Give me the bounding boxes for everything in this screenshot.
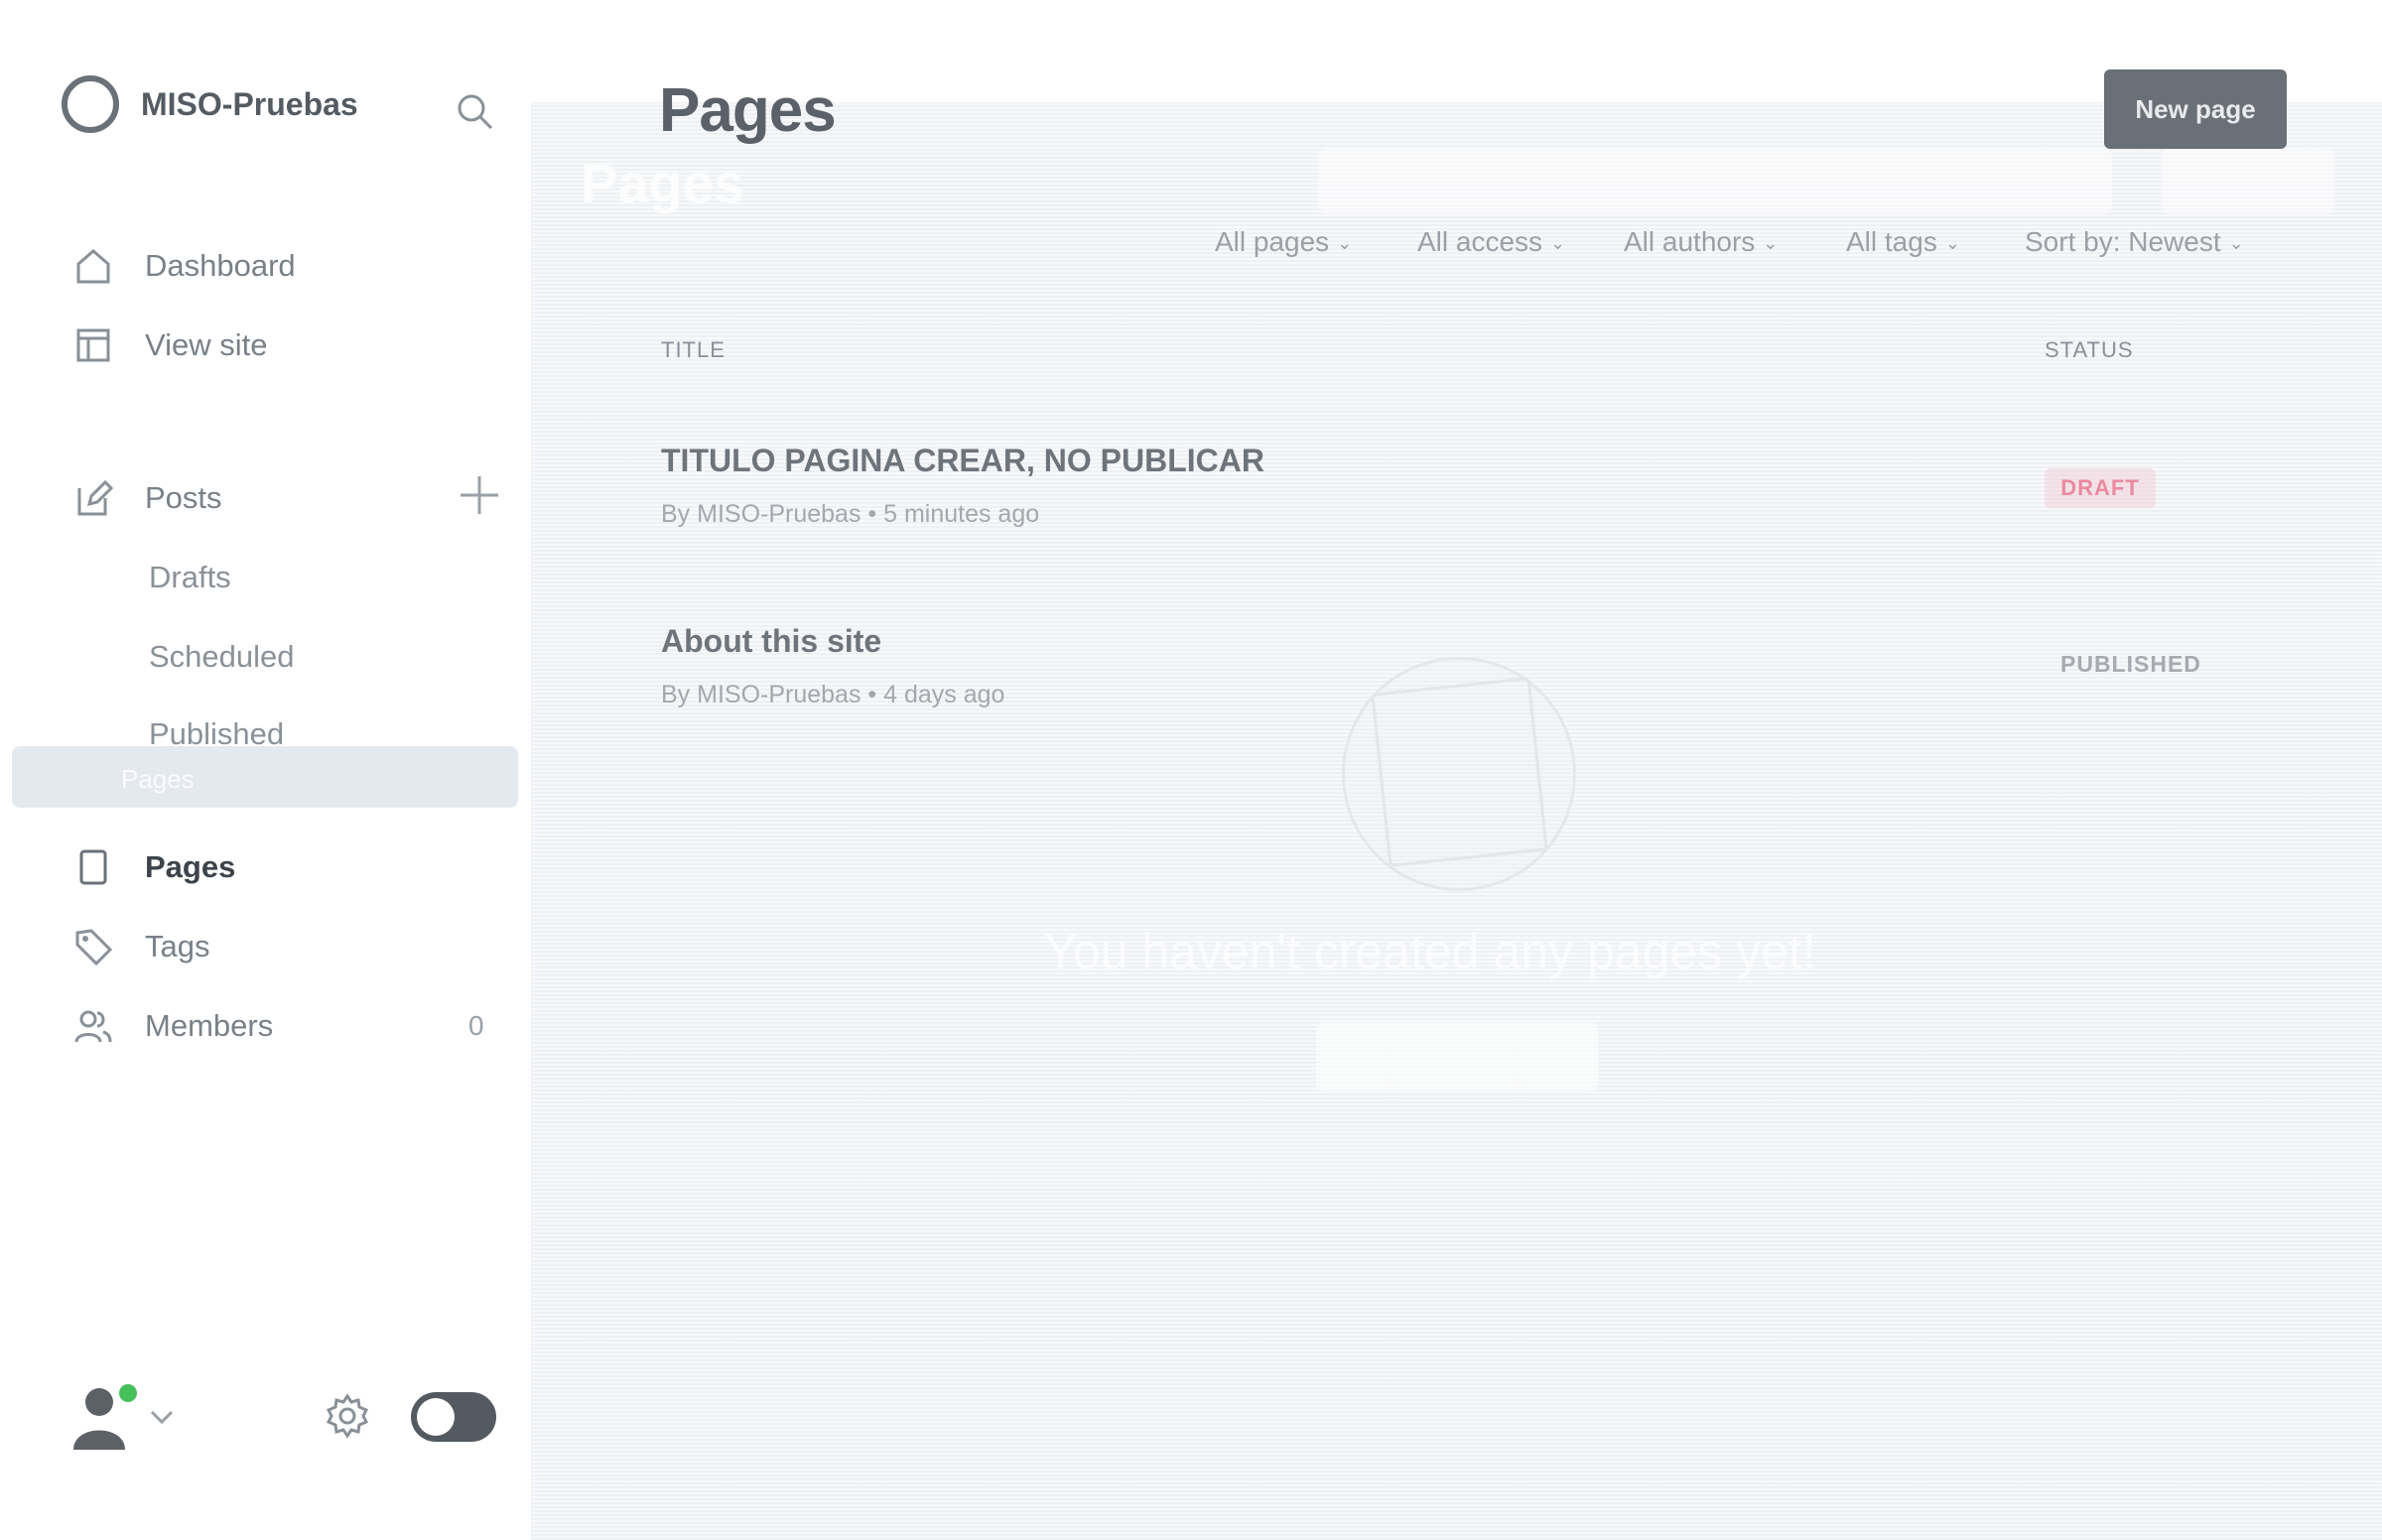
filter-access[interactable]: All access ⌄ — [1417, 226, 1565, 258]
ghost-filter-bar — [1318, 149, 2112, 214]
dark-mode-toggle[interactable] — [411, 1392, 496, 1442]
sidebar-item-members[interactable]: Members — [71, 998, 273, 1054]
status-badge: DRAFT — [2045, 468, 2156, 508]
page-title: Pages — [659, 76, 837, 145]
filter-tags[interactable]: All tags ⌄ — [1846, 226, 1960, 258]
column-header-status: STATUS — [2045, 337, 2134, 362]
chevron-down-icon[interactable] — [149, 1404, 175, 1430]
sidebar-item-label: Members — [145, 1008, 274, 1043]
ghost-main-background — [531, 102, 2382, 1540]
sidebar-item-label: Tags — [145, 929, 210, 963]
brand[interactable]: MISO-Pruebas — [62, 75, 358, 133]
filter-label: All pages — [1215, 226, 1330, 257]
members-count: 0 — [468, 1010, 484, 1041]
row-title[interactable]: TITULO PAGINA CREAR, NO PUBLICAR — [661, 443, 1264, 479]
sidebar-item-label: Posts — [145, 480, 222, 515]
new-page-button[interactable]: New page — [2104, 69, 2287, 149]
sidebar-item-label: Dashboard — [145, 248, 296, 283]
filter-sort[interactable]: Sort by: Newest ⌄ — [2025, 226, 2244, 258]
tag-icon — [71, 925, 115, 968]
row-title[interactable]: About this site — [661, 623, 881, 660]
ghost-empty-button — [1316, 1022, 1598, 1091]
sidebar-item-view-site[interactable]: View site — [71, 318, 268, 373]
chevron-down-icon: ⌄ — [1550, 233, 1566, 254]
sidebar-item-label: Pages — [145, 849, 236, 884]
add-post-icon[interactable] — [459, 474, 500, 516]
ghost-filter-button — [2162, 149, 2334, 214]
window-icon — [71, 323, 115, 367]
site-logo-icon — [62, 75, 119, 133]
site-name: MISO-Pruebas — [141, 85, 358, 122]
row-meta: By MISO-Pruebas • 5 minutes ago — [661, 500, 1040, 528]
sidebar-subitem-drafts[interactable]: Drafts — [149, 560, 231, 595]
chevron-down-icon: ⌄ — [1944, 233, 1960, 254]
ghost-empty-text: You haven't created any pages yet! — [1044, 924, 1816, 979]
sidebar-item-posts[interactable]: Posts — [71, 470, 222, 526]
sidebar-item-dashboard[interactable]: Dashboard — [71, 238, 296, 294]
page-icon — [71, 845, 115, 889]
members-icon — [71, 1004, 115, 1048]
sidebar: MISO-Pruebas Dashboard View site Posts D… — [0, 0, 531, 1540]
row-meta: By MISO-Pruebas • 4 days ago — [661, 681, 1005, 708]
gear-icon[interactable] — [324, 1392, 371, 1440]
sidebar-subitem-published[interactable]: Published — [149, 716, 284, 752]
filter-type[interactable]: All pages ⌄ — [1215, 226, 1352, 258]
chevron-down-icon: ⌄ — [1337, 233, 1353, 254]
column-header-title: TITLE — [661, 337, 726, 362]
filter-label: All authors — [1624, 226, 1756, 257]
edit-icon — [71, 476, 115, 520]
online-status-dot — [117, 1382, 139, 1404]
ghost-page-title: Pages — [581, 152, 744, 214]
sidebar-subitem-scheduled[interactable]: Scheduled — [149, 639, 295, 675]
status-badge: PUBLISHED — [2060, 651, 2201, 677]
filter-authors[interactable]: All authors ⌄ — [1624, 226, 1778, 258]
toggle-knob — [417, 1398, 455, 1436]
sidebar-item-pages[interactable]: Pages — [71, 839, 235, 895]
sidebar-item-tags[interactable]: Tags — [71, 919, 209, 974]
ghost-empty-doc-icon — [1371, 677, 1548, 867]
sidebar-footer — [71, 1382, 508, 1454]
chevron-down-icon: ⌄ — [2228, 233, 2244, 254]
filter-label: Sort by: Newest — [2025, 226, 2221, 257]
filter-label: All access — [1417, 226, 1543, 257]
ghost-empty-illustration — [1342, 657, 1576, 891]
search-icon[interactable] — [455, 91, 494, 131]
filter-label: All tags — [1846, 226, 1937, 257]
sidebar-item-label: View site — [145, 327, 268, 362]
home-icon — [71, 244, 115, 288]
chevron-down-icon: ⌄ — [1763, 233, 1779, 254]
